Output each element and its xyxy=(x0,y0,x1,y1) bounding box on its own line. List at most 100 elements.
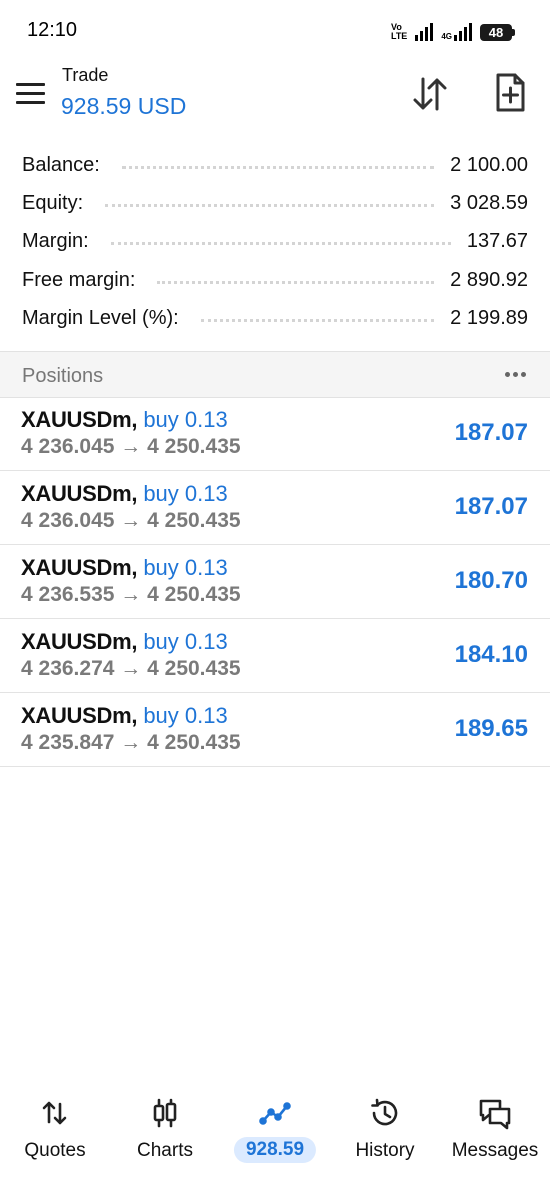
battery-icon: 48 xyxy=(480,23,515,41)
nav-charts[interactable]: Charts xyxy=(110,1088,220,1178)
position-side: buy 0.13 xyxy=(143,481,228,506)
position-symbol: XAUUSDm, xyxy=(21,703,138,728)
position-row[interactable]: XAUUSDm, buy 0.13 4 236.274 → 4 250.435 … xyxy=(0,619,550,693)
nav-label: Quotes xyxy=(24,1140,86,1161)
position-profit: 184.10 xyxy=(454,641,528,668)
current-price: 4 250.435 xyxy=(147,731,241,754)
open-price: 4 236.274 xyxy=(21,657,115,680)
position-profit: 189.65 xyxy=(454,715,528,742)
nav-history[interactable]: History xyxy=(330,1088,440,1178)
signal-icon xyxy=(415,23,434,41)
summary-label: Margin: xyxy=(22,230,89,253)
position-row[interactable]: XAUUSDm, buy 0.13 4 235.847 → 4 250.435 … xyxy=(0,693,550,767)
position-title: XAUUSDm, buy 0.13 xyxy=(21,481,228,507)
summary-value: 137.67 xyxy=(466,230,528,253)
position-side: buy 0.13 xyxy=(143,629,228,654)
summary-value: 2 199.89 xyxy=(450,306,528,329)
position-row[interactable]: XAUUSDm, buy 0.13 4 236.045 → 4 250.435 … xyxy=(0,471,550,545)
open-price: 4 236.045 xyxy=(21,509,115,532)
summary-row-balance: Balance: 2 100.00 xyxy=(0,146,550,184)
dotted-leader xyxy=(157,280,435,284)
dotted-leader xyxy=(200,318,435,322)
nav-label: Messages xyxy=(451,1140,539,1161)
position-symbol: XAUUSDm, xyxy=(21,407,138,432)
position-side: buy 0.13 xyxy=(143,555,228,580)
arrow-icon: → xyxy=(120,657,142,680)
position-prices: 4 236.274 → 4 250.435 xyxy=(21,657,241,681)
current-price: 4 250.435 xyxy=(147,435,241,458)
arrow-icon: → xyxy=(120,731,142,754)
arrow-icon: → xyxy=(120,435,142,458)
position-profit: 180.70 xyxy=(454,567,528,594)
position-prices: 4 235.847 → 4 250.435 xyxy=(21,731,241,755)
position-row[interactable]: XAUUSDm, buy 0.13 4 236.535 → 4 250.435 … xyxy=(0,545,550,619)
network-type: 4G xyxy=(441,32,452,41)
quotes-icon xyxy=(42,1101,67,1125)
current-price: 4 250.435 xyxy=(147,509,241,532)
position-row[interactable]: XAUUSDm, buy 0.13 4 236.045 → 4 250.435 … xyxy=(0,397,550,471)
position-prices: 4 236.045 → 4 250.435 xyxy=(21,509,241,533)
position-title: XAUUSDm, buy 0.13 xyxy=(21,629,228,655)
nav-quotes[interactable]: Quotes xyxy=(0,1088,110,1178)
summary-label: Balance: xyxy=(22,153,100,176)
position-title: XAUUSDm, buy 0.13 xyxy=(21,407,228,433)
nav-label: History xyxy=(355,1140,415,1161)
history-icon xyxy=(371,1098,398,1126)
positions-header: Positions xyxy=(0,351,550,398)
summary-label: Equity: xyxy=(22,191,84,214)
summary-value: 2 890.92 xyxy=(450,268,528,291)
nav-label: Charts xyxy=(137,1140,193,1161)
dotted-leader xyxy=(110,242,451,246)
position-title: XAUUSDm, buy 0.13 xyxy=(21,703,228,729)
open-price: 4 236.535 xyxy=(21,583,115,606)
position-symbol: XAUUSDm, xyxy=(21,555,138,580)
summary-label: Free margin: xyxy=(22,268,136,291)
candlestick-icon xyxy=(153,1098,177,1128)
position-prices: 4 236.535 → 4 250.435 xyxy=(21,583,241,607)
app-header: Trade 928.59 USD xyxy=(0,58,550,138)
summary-label: Margin Level (%): xyxy=(22,306,179,329)
status-time: 12:10 xyxy=(27,19,78,41)
dotted-leader xyxy=(105,203,435,207)
nav-active-label: 928.59 xyxy=(233,1137,317,1163)
summary-value: 3 028.59 xyxy=(450,191,528,214)
summary-row-margin: Margin: 137.67 xyxy=(0,223,550,261)
position-side: buy 0.13 xyxy=(143,407,228,432)
current-price: 4 250.435 xyxy=(147,657,241,680)
bottom-navigation: Quotes Charts 928.59 History Messages xyxy=(0,1088,550,1178)
summary-row-free-margin: Free margin: 2 890.92 xyxy=(0,261,550,299)
summary-row-equity: Equity: 3 028.59 xyxy=(0,184,550,222)
battery-level: 48 xyxy=(488,24,504,40)
more-options-icon[interactable] xyxy=(505,372,526,377)
current-price: 4 250.435 xyxy=(147,583,241,606)
nav-trade[interactable]: 928.59 xyxy=(220,1088,330,1178)
trade-icon xyxy=(259,1102,291,1125)
position-side: buy 0.13 xyxy=(143,703,228,728)
dotted-leader xyxy=(121,165,435,169)
summary-row-margin-level: Margin Level (%): 2 199.89 xyxy=(0,299,550,337)
positions-list: XAUUSDm, buy 0.13 4 236.045 → 4 250.435 … xyxy=(0,397,550,767)
arrow-icon: → xyxy=(120,583,142,606)
header-balance: 928.59 USD xyxy=(61,93,187,119)
positions-title: Positions xyxy=(22,365,104,387)
position-symbol: XAUUSDm, xyxy=(21,629,138,654)
status-icons: Vo LTE 4G 48 xyxy=(390,20,515,44)
summary-value: 2 100.00 xyxy=(450,153,528,176)
open-price: 4 236.045 xyxy=(21,435,115,458)
arrow-icon: → xyxy=(120,509,142,532)
position-profit: 187.07 xyxy=(454,419,528,446)
account-summary: Balance: 2 100.00 Equity: 3 028.59 Margi… xyxy=(0,146,550,337)
new-order-icon[interactable] xyxy=(490,72,530,114)
page-title: Trade xyxy=(62,65,109,85)
status-bar: 12:10 Vo LTE 4G 48 xyxy=(0,0,550,58)
position-symbol: XAUUSDm, xyxy=(21,481,138,506)
position-profit: 187.07 xyxy=(454,493,528,520)
messages-icon xyxy=(479,1099,511,1130)
position-title: XAUUSDm, buy 0.13 xyxy=(21,555,228,581)
hamburger-menu-icon[interactable] xyxy=(16,80,46,106)
sort-icon[interactable] xyxy=(410,74,450,114)
volte-icon: Vo LTE xyxy=(390,22,408,41)
signal-4g-icon: 4G xyxy=(441,23,472,41)
position-prices: 4 236.045 → 4 250.435 xyxy=(21,435,241,459)
nav-messages[interactable]: Messages xyxy=(440,1088,550,1178)
